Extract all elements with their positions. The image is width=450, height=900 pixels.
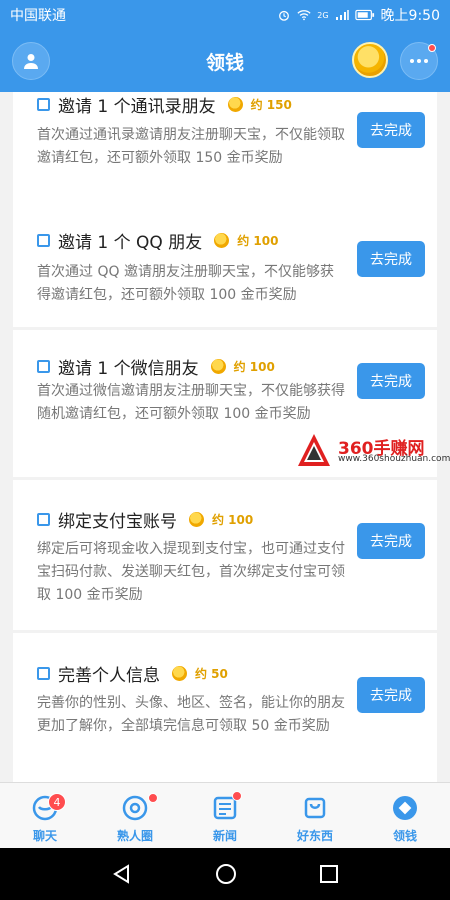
task-card-invite-qq: 邀请 1 个 QQ 朋友 约 100 首次通过 QQ 邀请朋友注册聊天宝，不仅能… — [13, 200, 437, 327]
complete-button[interactable]: 去完成 — [357, 241, 425, 277]
tab-acquaintances[interactable]: 熟人圈 — [90, 783, 180, 848]
checkbox-icon — [37, 98, 50, 111]
home-icon[interactable] — [215, 863, 237, 885]
checkbox-icon — [37, 234, 50, 247]
task-card-bind-alipay: 绑定支付宝账号 约 100 绑定后可将现金收入提现到支付宝，也可通过支付宝扫码付… — [13, 480, 437, 630]
task-description: 绑定后可将现金收入提现到支付宝，也可通过支付宝扫码付款、发送聊天红包，首次绑定支… — [37, 541, 345, 603]
watermark: 360手赚网 www.360shouzhuan.com — [296, 432, 450, 468]
task-reward: 约 100 — [212, 513, 254, 527]
unread-count-badge: 4 — [48, 793, 66, 811]
task-reward: 约 100 — [237, 234, 279, 248]
coin-icon — [227, 97, 243, 112]
task-reward: 约 150 — [250, 98, 292, 112]
more-button[interactable] — [400, 42, 438, 80]
system-navigation-bar — [0, 848, 450, 900]
complete-button[interactable]: 去完成 — [357, 112, 425, 148]
tab-label: 好东西 — [296, 829, 333, 843]
task-title: 邀请 1 个 QQ 朋友 — [58, 233, 203, 253]
task-description: 首次通过 QQ 邀请朋友注册聊天宝，不仅能够获得邀请红包，还可额外领取 100 … — [37, 264, 334, 303]
user-icon — [24, 54, 38, 69]
coin-icon — [210, 359, 226, 374]
task-reward: 约 100 — [233, 360, 275, 374]
task-title: 邀请 1 个通讯录朋友 — [58, 97, 216, 117]
moments-icon — [120, 793, 150, 823]
coin-icon — [172, 666, 187, 681]
coin-button[interactable] — [352, 42, 388, 78]
complete-button[interactable]: 去完成 — [357, 677, 425, 713]
more-dots-icon — [410, 59, 428, 63]
tab-label: 熟人圈 — [116, 829, 153, 843]
tab-chat[interactable]: 聊天 4 — [0, 783, 90, 848]
task-card-complete-profile: 完善个人信息 约 50 完善你的性别、头像、地区、签名，能让你的朋友更加了解你，… — [13, 633, 437, 782]
notification-dot — [148, 793, 158, 803]
nav-bar: 领钱 — [0, 30, 450, 92]
alarm-icon — [279, 10, 290, 21]
earn-money-icon — [390, 793, 420, 823]
complete-button[interactable]: 去完成 — [357, 523, 425, 559]
recent-apps-icon[interactable] — [319, 864, 339, 884]
complete-button[interactable]: 去完成 — [357, 363, 425, 399]
tab-label: 新闻 — [212, 829, 237, 843]
checkbox-icon — [37, 360, 50, 373]
tab-goods[interactable]: 好东西 — [270, 783, 360, 848]
coin-icon — [189, 512, 204, 527]
task-title: 完善个人信息 — [58, 666, 160, 686]
task-title: 绑定支付宝账号 — [58, 512, 177, 532]
checkbox-icon — [37, 667, 50, 680]
tab-label: 聊天 — [32, 829, 57, 843]
battery-icon — [354, 9, 374, 21]
task-title: 邀请 1 个微信朋友 — [58, 359, 199, 379]
task-description: 首次通过通讯录邀请朋友注册聊天宝，不仅能领取邀请红包，还可额外领取 150 金币… — [37, 127, 345, 166]
profile-button[interactable] — [12, 42, 50, 80]
tab-label: 领钱 — [392, 829, 417, 843]
notification-dot — [428, 44, 436, 52]
tab-news[interactable]: 新闻 — [180, 783, 270, 848]
clock-time: 晚上9:50 — [380, 8, 440, 24]
coin-icon — [214, 233, 230, 248]
watermark-url: www.360shouzhuan.com — [338, 454, 450, 464]
checkbox-icon — [37, 513, 50, 526]
tab-bar: 聊天 4 熟人圈 新闻 好东西 领钱 — [0, 782, 450, 848]
watermark-logo-icon — [298, 434, 330, 466]
signal-icon — [335, 10, 349, 20]
page-title: 领钱 — [205, 51, 244, 74]
status-bar: 中国联通 2G 晚上9:50 — [0, 0, 450, 30]
tab-earn-money[interactable]: 领钱 — [360, 783, 450, 848]
wifi-icon — [297, 10, 311, 21]
task-description: 首次通过微信邀请朋友注册聊天宝，不仅能够获得随机邀请红包，还可额外领取 100 … — [37, 383, 345, 422]
carrier-name: 中国联通 — [10, 8, 66, 24]
shopping-bag-icon — [300, 793, 330, 823]
notification-dot — [232, 791, 242, 801]
task-reward: 约 50 — [195, 667, 228, 681]
network-type-label: 2G — [317, 10, 329, 20]
back-icon[interactable] — [111, 863, 133, 885]
task-description: 完善你的性别、头像、地区、签名，能让你的朋友更加了解你，全部填完信息可领取 50… — [37, 695, 345, 734]
